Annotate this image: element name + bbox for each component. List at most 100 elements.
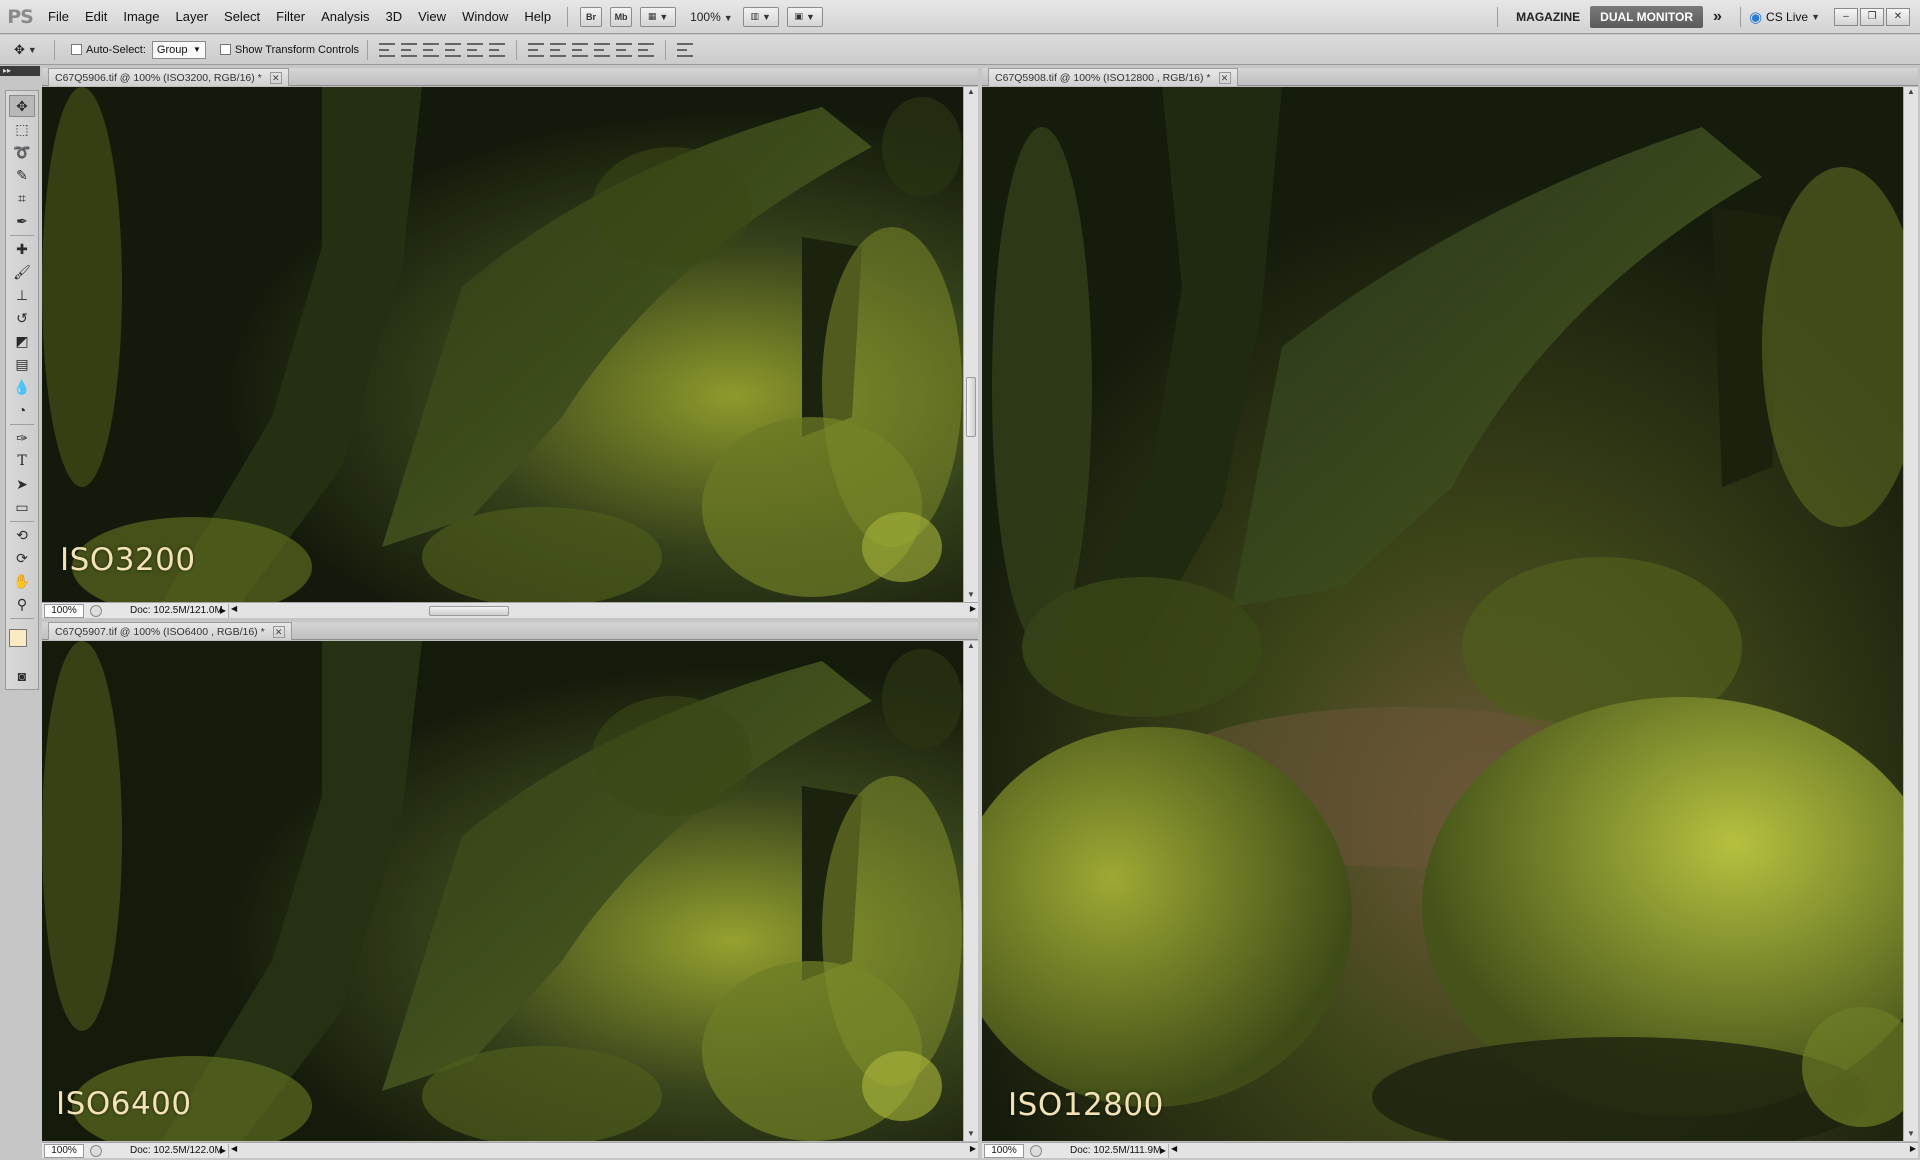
align-horizontal-center-icon[interactable] (467, 42, 484, 57)
foreground-color-swatch[interactable] (9, 629, 27, 647)
view-extras-button[interactable]: ▦ ▼ (640, 6, 677, 27)
document-tab[interactable]: C67Q5907.tif @ 100% (ISO6400 , RGB/16) *… (48, 622, 292, 640)
distribute-horizontal-center-icon[interactable] (616, 42, 633, 57)
menu-analysis[interactable]: Analysis (313, 0, 377, 34)
align-bottom-icon[interactable] (423, 42, 440, 57)
workspace-magazine[interactable]: MAGAZINE (1506, 10, 1590, 24)
distribute-left-icon[interactable] (594, 42, 611, 57)
distribute-vertical-center-icon[interactable] (550, 42, 567, 57)
path-selection-tool-icon[interactable]: ➤ (9, 473, 35, 495)
align-right-icon[interactable] (489, 42, 506, 57)
scroll-down-icon[interactable]: ▼ (964, 1129, 978, 1141)
marquee-tool-icon[interactable]: ⬚ (9, 118, 35, 140)
vertical-scrollbar[interactable]: ▲ ▼ (963, 641, 978, 1141)
bridge-button[interactable]: Br (580, 6, 603, 27)
quick-selection-tool-icon[interactable]: ✎ (9, 164, 35, 186)
scroll-up-icon[interactable]: ▲ (964, 87, 978, 99)
horizontal-scrollbar[interactable]: ◀ ▶ (228, 603, 978, 618)
cs-live-button[interactable]: ◉ CS Live ▼ (1749, 8, 1820, 26)
eyedropper-tool-icon[interactable]: ✒ (9, 210, 35, 232)
gradient-tool-icon[interactable]: ▤ (9, 353, 35, 375)
color-swatches[interactable] (7, 627, 37, 657)
menu-help[interactable]: Help (516, 0, 559, 34)
vertical-scrollbar[interactable]: ▲ ▼ (1903, 87, 1918, 1141)
auto-select-checkbox[interactable] (71, 44, 82, 55)
eraser-tool-icon[interactable]: ◩ (9, 330, 35, 352)
status-menu-arrow-icon[interactable]: ▶ (1158, 1146, 1168, 1155)
menu-file[interactable]: File (40, 0, 77, 34)
scroll-up-icon[interactable]: ▲ (964, 641, 978, 653)
horizontal-scrollbar[interactable]: ◀ ▶ (228, 1143, 978, 1158)
document-tab[interactable]: C67Q5908.tif @ 100% (ISO12800 , RGB/16) … (988, 68, 1238, 86)
minibridge-button[interactable]: Mb (610, 6, 633, 27)
workspace-more-button[interactable]: » (1703, 8, 1732, 26)
horizontal-scrollbar[interactable]: ◀ ▶ (1168, 1143, 1918, 1158)
3d-orbit-tool-icon[interactable]: ⟳ (9, 547, 35, 569)
vertical-scroll-thumb[interactable] (966, 377, 976, 437)
shape-tool-icon[interactable]: ▭ (9, 496, 35, 518)
zoom-field[interactable]: 100% (44, 1143, 84, 1158)
dodge-tool-icon[interactable]: ◔ (9, 399, 35, 421)
document-canvas[interactable]: ISO6400 (42, 641, 963, 1141)
auto-align-layers-icon[interactable] (677, 42, 694, 57)
minimize-icon[interactable]: – (1834, 7, 1858, 26)
zoom-field[interactable]: 100% (984, 1143, 1024, 1158)
blur-tool-icon[interactable]: 💧 (9, 376, 35, 398)
scroll-right-icon[interactable]: ▶ (1910, 1144, 1916, 1153)
status-menu-arrow-icon[interactable]: ▶ (218, 606, 228, 615)
menu-3d[interactable]: 3D (377, 0, 410, 34)
auto-select-dropdown[interactable]: Group ▼ (151, 40, 206, 59)
quick-mask-icon[interactable]: ◙ (9, 665, 35, 687)
menu-edit[interactable]: Edit (77, 0, 115, 34)
workspace-dual-monitor[interactable]: DUAL MONITOR (1590, 5, 1704, 28)
history-brush-tool-icon[interactable]: ↺ (9, 307, 35, 329)
distribute-right-icon[interactable] (638, 42, 655, 57)
scroll-left-icon[interactable]: ◀ (231, 1144, 237, 1153)
vertical-scrollbar[interactable]: ▲ ▼ (963, 87, 978, 602)
hand-tool-icon[interactable]: ✋ (9, 570, 35, 592)
scroll-right-icon[interactable]: ▶ (970, 604, 976, 613)
document-tab[interactable]: C67Q5906.tif @ 100% (ISO3200, RGB/16) * … (48, 68, 289, 86)
scroll-down-icon[interactable]: ▼ (1904, 1129, 1918, 1141)
type-tool-icon[interactable]: T (9, 450, 35, 472)
menu-window[interactable]: Window (454, 0, 516, 34)
document-canvas[interactable]: ISO12800 (982, 87, 1903, 1141)
zoom-tool-icon[interactable]: ⚲ (9, 593, 35, 615)
menu-image[interactable]: Image (115, 0, 167, 34)
scroll-down-icon[interactable]: ▼ (964, 590, 978, 602)
lasso-tool-icon[interactable]: ➰ (9, 141, 35, 163)
menu-select[interactable]: Select (216, 0, 268, 34)
close-icon[interactable]: ✕ (272, 625, 285, 638)
scroll-left-icon[interactable]: ◀ (1171, 1144, 1177, 1153)
align-left-icon[interactable] (445, 42, 462, 57)
restore-icon[interactable]: ❐ (1860, 7, 1884, 26)
clone-stamp-tool-icon[interactable]: ⊥ (9, 284, 35, 306)
move-tool-icon[interactable]: ✥ (9, 95, 35, 117)
pen-tool-icon[interactable]: ✑ (9, 427, 35, 449)
show-transform-checkbox[interactable] (219, 44, 231, 55)
tool-preset-picker[interactable]: ✥ ▼ (14, 39, 46, 61)
scroll-up-icon[interactable]: ▲ (1904, 87, 1918, 99)
status-menu-arrow-icon[interactable]: ▶ (218, 1146, 228, 1155)
brush-tool-icon[interactable]: 🖌 (9, 261, 35, 283)
menu-layer[interactable]: Layer (168, 0, 217, 34)
distribute-bottom-icon[interactable] (572, 42, 589, 57)
close-icon[interactable]: ✕ (1886, 7, 1910, 26)
screen-mode-button[interactable]: ▣ ▼ (786, 6, 823, 27)
arrange-documents-button[interactable]: ▥ ▼ (742, 6, 779, 27)
horizontal-scroll-thumb[interactable] (429, 605, 509, 616)
distribute-top-icon[interactable] (528, 42, 545, 57)
zoom-level-select[interactable]: 100% ▼ (690, 10, 733, 24)
close-icon[interactable]: ✕ (269, 71, 282, 84)
close-icon[interactable]: ✕ (1218, 71, 1231, 84)
align-top-icon[interactable] (379, 42, 396, 57)
zoom-field[interactable]: 100% (44, 603, 84, 618)
align-vertical-center-icon[interactable] (401, 42, 418, 57)
scroll-left-icon[interactable]: ◀ (231, 604, 237, 613)
tools-collapse-bar[interactable]: ▸▸ (0, 66, 40, 76)
3d-rotate-tool-icon[interactable]: ⟲ (9, 524, 35, 546)
menu-view[interactable]: View (410, 0, 454, 34)
document-canvas[interactable]: ISO3200 (42, 87, 963, 602)
healing-brush-tool-icon[interactable]: ✚ (9, 238, 35, 260)
crop-tool-icon[interactable]: ⌗ (9, 187, 35, 209)
